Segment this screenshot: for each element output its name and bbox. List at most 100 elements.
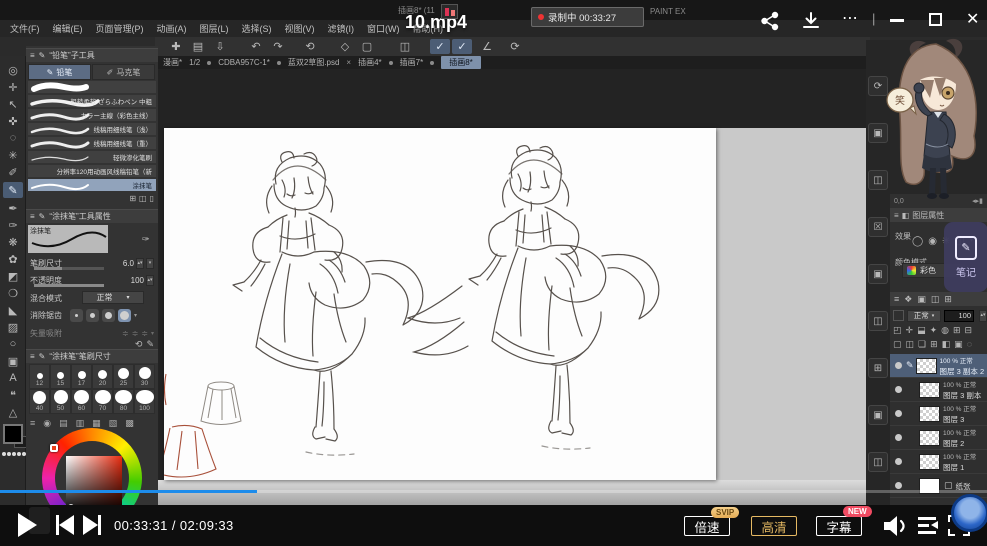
layers-tab-icon-4[interactable]: ⊞	[944, 294, 952, 305]
video-progress-bar[interactable]	[0, 490, 987, 493]
material-panel-icon[interactable]: ▣	[868, 123, 888, 143]
main-color-swatch[interactable]	[3, 424, 23, 444]
eyedropper-tool-icon[interactable]: ✐	[3, 164, 23, 180]
auto-select-tool-icon[interactable]: ✳	[3, 147, 23, 163]
minimize-button[interactable]	[890, 19, 904, 22]
layer-cmd-icon[interactable]: ✛	[906, 325, 914, 336]
brush-item-selected[interactable]: 涂抹笔	[28, 179, 156, 192]
saturation-value-square[interactable]	[66, 456, 122, 512]
fill-tool-icon[interactable]: ◣	[3, 302, 23, 318]
menu-select[interactable]: 选择(S)	[242, 22, 272, 35]
brush-size-slider[interactable]	[34, 267, 104, 270]
quick-access-panel-icon[interactable]: ⟳	[868, 76, 888, 96]
move-layer-tool-icon[interactable]: ✜	[3, 113, 23, 129]
doc-tab-active[interactable]: 插画8*	[441, 56, 481, 69]
subtitle-button[interactable]: 字幕	[816, 516, 862, 536]
panel-menu-icon[interactable]: ≡	[30, 418, 35, 429]
panel-menu-icon[interactable]: ≡	[30, 352, 35, 361]
mini-slider-icons[interactable]: ≑≑≑	[122, 329, 151, 338]
size-option[interactable]: 50	[50, 389, 71, 414]
material-panel-icon-7[interactable]: ▣	[868, 405, 888, 425]
menu-filter[interactable]: 滤镜(I)	[328, 22, 355, 35]
layer-row[interactable]: 100 % 正常图层 3	[890, 402, 987, 426]
move-tool-icon[interactable]: ✛	[3, 79, 23, 95]
brush-item[interactable]: 线稿用细线笔（浅）	[28, 123, 156, 136]
border-effect-icon[interactable]: ◯	[912, 236, 923, 247]
size-option[interactable]: 70	[92, 389, 113, 414]
open-file-icon[interactable]: ▤	[188, 39, 208, 54]
size-option[interactable]: 15	[50, 364, 71, 389]
assistant-avatar[interactable]	[951, 494, 987, 532]
subtool-tab-pencil[interactable]: ✎铅笔	[28, 64, 91, 80]
layer-opacity-field[interactable]: 100	[944, 310, 974, 322]
prev-frame-button[interactable]	[56, 515, 74, 535]
menu-window[interactable]: 窗口(W)	[367, 22, 400, 35]
operation-tool-icon[interactable]: ↖	[3, 96, 23, 112]
doc-tab[interactable]: CDBA957C-1*	[218, 58, 270, 67]
figure-tool-icon[interactable]: ○	[3, 336, 23, 352]
next-frame-button[interactable]	[83, 515, 101, 535]
quality-button[interactable]: 高清	[751, 516, 797, 536]
layer-cmd-icon[interactable]: ❏	[918, 339, 926, 350]
new-file-icon[interactable]: ✚	[166, 39, 186, 54]
blend-mode-dropdown[interactable]: 正常▾	[82, 291, 144, 304]
brush-size-stepper[interactable]: ▴▾	[136, 258, 144, 269]
layers-tab-icon[interactable]: ❖	[904, 294, 912, 305]
subtool-tab-marker[interactable]: ✐马克笔	[92, 64, 155, 80]
menu-layer[interactable]: 图层(L)	[200, 22, 229, 35]
blend-thumb-icon[interactable]	[893, 310, 904, 321]
size-option[interactable]: 30	[134, 364, 155, 389]
blend-tool-icon[interactable]: ❍	[3, 285, 23, 301]
brush-tool-icon[interactable]: ✑	[3, 217, 23, 233]
brush-preview-row[interactable]	[28, 81, 156, 94]
antialias-none[interactable]	[70, 309, 83, 322]
snap-icon-1[interactable]: ✓	[430, 39, 450, 54]
text-tool-icon[interactable]: A	[3, 370, 23, 386]
layer-cmd-icon[interactable]: ✦	[930, 325, 938, 336]
more-options-icon[interactable]: ⋯	[842, 8, 859, 28]
layer-cmd-icon[interactable]: ◌	[967, 339, 972, 350]
play-button[interactable]	[18, 513, 37, 537]
antialias-medium[interactable]	[102, 309, 115, 322]
menu-file[interactable]: 文件(F)	[10, 22, 40, 35]
opacity-stepper[interactable]: ▴▾	[146, 275, 154, 286]
playlist-settings-icon[interactable]	[918, 516, 940, 536]
menu-edit[interactable]: 编辑(E)	[53, 22, 83, 35]
layer-thumbnail[interactable]	[916, 358, 937, 374]
material-panel-icon-5[interactable]: ◫	[868, 311, 888, 331]
material-panel-icon-8[interactable]: ◫	[868, 452, 888, 472]
layer-cmd-icon[interactable]: ◧	[942, 339, 951, 350]
close-tab-icon[interactable]: ×	[346, 58, 351, 67]
doc-tab[interactable]: 插画4*	[358, 57, 382, 68]
lock-icon[interactable]: ✑	[142, 234, 150, 245]
layer-cmd-icon[interactable]: ◫	[906, 339, 915, 350]
layer-row[interactable]: 100 % 正常图层 2	[890, 426, 987, 450]
airbrush-tool-icon[interactable]: ❋	[3, 234, 23, 250]
visibility-eye-icon[interactable]	[895, 434, 902, 441]
brush-size-options[interactable]: ▾	[146, 258, 154, 269]
layer-cmd-icon[interactable]: ◍	[941, 325, 949, 336]
delete-brush-icon[interactable]: ▯	[150, 194, 154, 203]
material-panel-icon-6[interactable]: ⊞	[868, 358, 888, 378]
layer-property-tab[interactable]: 图层属性	[912, 210, 944, 221]
transparent-color-chip[interactable]	[2, 452, 26, 456]
doc-tab[interactable]: 插画7*	[400, 57, 424, 68]
size-option[interactable]: 60	[71, 389, 92, 414]
close-button[interactable]: ✕	[966, 9, 979, 29]
size-option[interactable]: 20	[92, 364, 113, 389]
redo-icon[interactable]: ↷	[268, 39, 288, 54]
volume-icon[interactable]	[882, 514, 908, 538]
undo-icon[interactable]: ↶	[246, 39, 266, 54]
layer-thumbnail[interactable]	[919, 430, 940, 446]
pen-tool-icon[interactable]: ✒	[3, 200, 23, 216]
size-option[interactable]: 17	[71, 364, 92, 389]
brush-item[interactable]: 分辨率120用动画风线稿铅笔（新	[28, 165, 156, 178]
duplicate-brush-icon[interactable]: ◫	[139, 194, 147, 203]
rotate-view-icon[interactable]: ⟳	[505, 39, 525, 54]
notes-shortcut-overlay[interactable]: ✎ 笔记	[944, 222, 987, 292]
pencil-tool-icon[interactable]: ✎	[3, 182, 23, 198]
panel-menu-icon[interactable]: ≡	[30, 212, 35, 221]
opacity-slider[interactable]	[34, 284, 104, 287]
layer-blend-dropdown[interactable]: 正常▾	[907, 310, 941, 322]
brush-item[interactable]: カラー主線（彩色主线）	[28, 109, 156, 122]
